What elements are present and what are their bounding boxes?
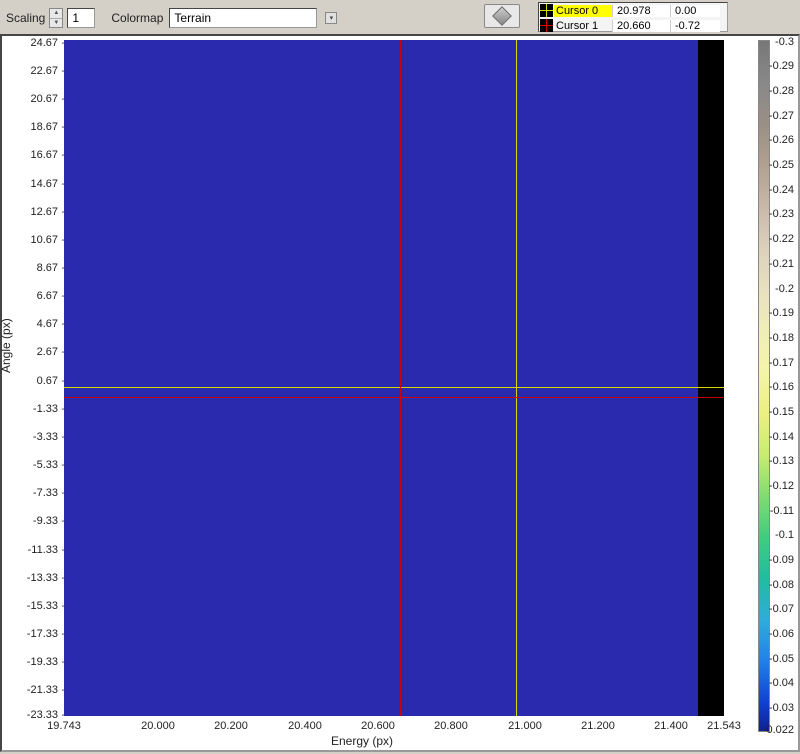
x-tick: 21.200	[581, 720, 615, 732]
colorbar-tick: -0.15	[769, 406, 794, 418]
colorbar-tick: -0.08	[769, 579, 794, 591]
y-axis-label: Angle (px)	[0, 318, 13, 373]
y-tick: -15.33	[6, 600, 58, 612]
zoom-fit-button[interactable]	[484, 4, 520, 28]
y-tick: -21.33	[6, 684, 58, 696]
cursor1-x[interactable]: 20.660	[612, 20, 670, 32]
cursor1-hline[interactable]	[64, 397, 724, 398]
colorbar-tick: -0.06	[769, 628, 794, 640]
cursor0-name: Cursor 0	[554, 5, 612, 17]
cursor1-name: Cursor 1	[554, 20, 612, 32]
y-tick: 2.67	[6, 346, 58, 358]
y-tick: 4.67	[6, 318, 58, 330]
stepper-down-icon[interactable]: ▼	[50, 19, 62, 28]
colormap-select[interactable]: Terrain	[169, 8, 317, 28]
colorbar-tick: -0.29	[769, 60, 794, 72]
scaling-label: Scaling	[6, 11, 45, 25]
cursor1-y[interactable]: -0.72	[670, 20, 720, 32]
y-tick: 18.67	[6, 121, 58, 133]
x-tick: 19.743	[47, 720, 81, 732]
colorbar-tick: -0.27	[769, 110, 794, 122]
cursor-readout-table: Cursor 0 20.978 0.00 Cursor 1 20.660 -0.…	[538, 2, 728, 32]
y-tick: -7.33	[6, 487, 58, 499]
y-tick: 8.67	[6, 262, 58, 274]
colorbar-tick: -0.19	[769, 307, 794, 319]
colormap-label: Colormap	[111, 11, 163, 25]
cursor0-x[interactable]: 20.978	[612, 5, 670, 17]
y-tick: -3.33	[6, 431, 58, 443]
colorbar-tick: -0.21	[769, 258, 794, 270]
colorbar-tick: -0.09	[769, 554, 794, 566]
scaling-input[interactable]: 1	[67, 8, 95, 28]
colorbar-tick: -0.04	[769, 677, 794, 689]
colorbar-tick: -0.23	[769, 208, 794, 220]
colorbar-tick: -0.12	[769, 480, 794, 492]
y-tick: 0.67	[6, 375, 58, 387]
colorbar-tick: -0.16	[769, 381, 794, 393]
y-tick: 12.67	[6, 206, 58, 218]
colorbar-tick: -0.2	[775, 283, 794, 295]
x-tick: 21.400	[654, 720, 688, 732]
y-tick: -19.33	[6, 656, 58, 668]
diamond-icon	[492, 6, 512, 26]
y-tick: 20.67	[6, 93, 58, 105]
y-tick: -17.33	[6, 628, 58, 640]
y-tick: 14.67	[6, 178, 58, 190]
colorbar-tick: -0.18	[769, 332, 794, 344]
x-tick: 20.600	[361, 720, 395, 732]
cursor0-crosshair-icon	[539, 4, 554, 17]
y-tick: -9.33	[6, 515, 58, 527]
cursor-row-0[interactable]: Cursor 0 20.978 0.00	[539, 3, 727, 18]
colorbar-tick: -0.03	[769, 702, 794, 714]
colorbar-tick: -0.3	[775, 36, 794, 48]
colorbar-tick: -0.05	[769, 653, 794, 665]
x-tick: 20.400	[288, 720, 322, 732]
cursor1-vline[interactable]	[400, 40, 401, 716]
plot-frame: 24.67 22.67 20.67 18.67 16.67 14.67 12.6…	[0, 34, 800, 752]
x-tick: 20.200	[214, 720, 248, 732]
y-tick: 10.67	[6, 234, 58, 246]
y-tick: 6.67	[6, 290, 58, 302]
cursor0-vline[interactable]	[516, 40, 517, 716]
x-tick: 20.000	[141, 720, 175, 732]
y-tick: -11.33	[6, 544, 58, 556]
colorbar-tick: -0.22	[769, 233, 794, 245]
x-tick: 20.800	[434, 720, 468, 732]
x-tick: 21.543	[707, 720, 741, 732]
colorbar-tick: -0.17	[769, 357, 794, 369]
colorbar-tick: -0.11	[770, 505, 794, 517]
y-tick: -13.33	[6, 572, 58, 584]
y-tick: 22.67	[6, 65, 58, 77]
colorbar-tick: -0.022	[763, 724, 794, 736]
colorbar-tick: -0.13	[769, 455, 794, 467]
scaling-stepper[interactable]: ▲ ▼	[49, 8, 63, 28]
colorbar-tick: -0.1	[775, 529, 794, 541]
colorbar-tick: -0.26	[769, 134, 794, 146]
cursor0-y[interactable]: 0.00	[670, 5, 720, 17]
colorbar-tick: -0.28	[769, 85, 794, 97]
colorbar-tick: -0.25	[769, 159, 794, 171]
colorbar-tick: -0.24	[769, 184, 794, 196]
y-tick: -1.33	[6, 403, 58, 415]
y-tick: 16.67	[6, 149, 58, 161]
heatmap-plot[interactable]	[64, 40, 724, 716]
colormap-dropdown-icon[interactable]: ▾	[325, 12, 337, 24]
colorbar-tick: -0.07	[769, 603, 794, 615]
cursor1-crosshair-icon	[539, 19, 554, 32]
x-axis-label: Energy (px)	[331, 734, 393, 748]
heatmap-data-region	[64, 40, 698, 716]
y-tick: -5.33	[6, 459, 58, 471]
colormap-value: Terrain	[174, 11, 211, 25]
x-tick: 21.000	[508, 720, 542, 732]
y-tick: 24.67	[6, 37, 58, 49]
stepper-up-icon[interactable]: ▲	[50, 9, 62, 19]
cursor-row-1[interactable]: Cursor 1 20.660 -0.72	[539, 18, 727, 33]
cursor0-hline[interactable]	[64, 387, 724, 388]
colorbar-tick: -0.14	[769, 431, 794, 443]
